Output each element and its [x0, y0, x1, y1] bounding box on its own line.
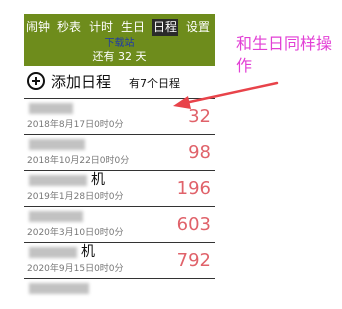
annotation-arrow-icon [173, 81, 279, 109]
